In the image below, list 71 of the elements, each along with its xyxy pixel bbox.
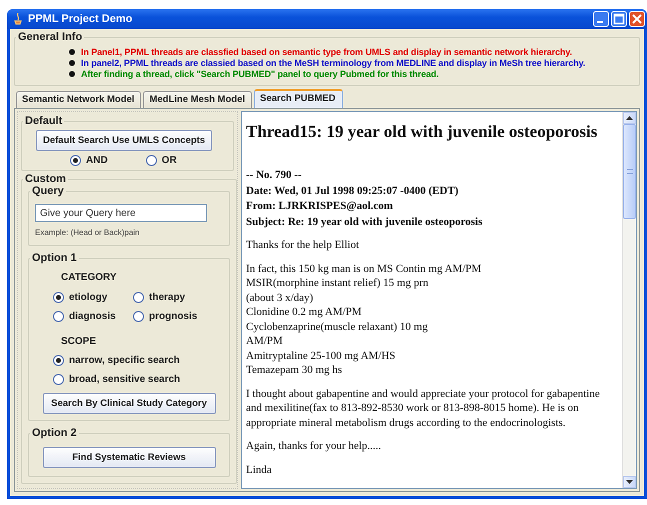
- radio-button[interactable]: [133, 292, 144, 303]
- maximize-icon: [612, 12, 626, 26]
- scrollbar[interactable]: [622, 112, 636, 488]
- maximize-button[interactable]: [611, 11, 627, 27]
- text-line: Again, thanks for your help.....: [246, 439, 382, 454]
- radio-label: AND: [86, 155, 108, 166]
- info-text: In Panel1, PPML threads are classfied based on semantic type from UMLS and display in semantic network hierarchy.: [81, 47, 572, 57]
- action-button[interactable]: Default Search Use UMLS Concepts: [36, 130, 212, 151]
- group-title: Option 2: [31, 427, 78, 439]
- example-text: Example: (Head or Back)pain: [35, 228, 140, 237]
- text-line: appropriate mineral metabolism drugs according to the endocrinologists.: [246, 416, 567, 430]
- info-text: In panel2, PPML threads are classied based on the MeSH terminology from MEDLINE and display in MeSh tree hierarchy.: [81, 58, 586, 68]
- text-line: Amitryptaline 25-100 mg AM/HS: [246, 348, 396, 363]
- down-arrow-icon: [626, 480, 633, 484]
- close-icon: [630, 12, 644, 26]
- action-button[interactable]: Search By Clinical Study Category: [42, 393, 216, 414]
- up-arrow-icon: [626, 116, 633, 120]
- app-icon: [13, 13, 23, 25]
- group-title: General Info: [17, 31, 84, 43]
- text-line: Linda: [246, 462, 273, 477]
- text-line: Clonidine 0.2 mg AM/PM: [246, 305, 363, 320]
- tab[interactable]: Search PUBMED: [254, 89, 342, 108]
- bullet-icon: [69, 60, 75, 66]
- query-field[interactable]: Give your Query here: [35, 204, 207, 222]
- header-line: From: LJRKRISPES@aol.com: [246, 199, 394, 214]
- text-line: MSIR(morphine instant relief) 15 mg prn: [246, 276, 430, 290]
- text-line: Thanks for the help Elliot: [246, 238, 360, 252]
- radio-button[interactable]: [146, 155, 157, 166]
- window-title: PPML Project Demo: [28, 13, 134, 25]
- scroll-thumb[interactable]: [623, 124, 636, 219]
- text-line: AM/PM: [246, 334, 284, 348]
- scroll-up-button[interactable]: [623, 112, 636, 124]
- radio-button[interactable]: [70, 155, 81, 166]
- bullet-icon: [69, 49, 75, 55]
- scroll-down-button[interactable]: [623, 476, 636, 488]
- tab[interactable]: MedLine Mesh Model: [143, 91, 252, 108]
- radio-label: OR: [162, 155, 177, 166]
- group-title: Default: [24, 115, 64, 127]
- radio-label: broad, sensitive search: [69, 374, 180, 385]
- radio-button[interactable]: [53, 355, 64, 366]
- info-text: After finding a thread, click "Search PUBMED" panel to query Pubmed for this thread.: [81, 69, 439, 79]
- radio-button[interactable]: [133, 311, 144, 322]
- radio-button[interactable]: [53, 292, 64, 303]
- minimize-icon: [597, 21, 603, 23]
- group-title: Option 1: [31, 252, 78, 264]
- header-line: -- No. 790 --: [246, 168, 303, 183]
- header-line: Subject: Re: 19 year old with juvenile osteoporosis: [246, 214, 484, 230]
- radio-button[interactable]: [53, 374, 64, 385]
- radio-button[interactable]: [53, 311, 64, 322]
- section-label: CATEGORY: [61, 272, 118, 283]
- tab[interactable]: Semantic Network Model: [16, 91, 142, 108]
- header-line: Date: Wed, 01 Jul 1998 09:25:07 -0400 (EDT): [246, 184, 460, 198]
- close-button[interactable]: [629, 11, 645, 27]
- bullet-icon: [69, 71, 75, 77]
- thread-title: Thread15: 19 year old with juvenile osteoporosis: [246, 121, 598, 142]
- text-line: In fact, this 150 kg man is on MS Contin mg AM/PM: [246, 262, 482, 276]
- text-line: and mexilitine(fax to 813-892-8530 work or 813-898-8015 home). He is on: [246, 401, 580, 416]
- text-line: Temazepam 30 mg hs: [246, 363, 344, 378]
- radio-label: narrow, specific search: [69, 355, 180, 366]
- minimize-button[interactable]: [593, 11, 609, 27]
- text-line: Cyclobenzaprine(muscle relaxant) 10 mg: [246, 320, 429, 334]
- section-label: SCOPE: [61, 336, 98, 347]
- radio-label: diagnosis: [69, 311, 116, 322]
- radio-label: etiology: [69, 292, 108, 303]
- text-line: (about 3 x/day): [246, 290, 314, 305]
- radio-label: prognosis: [149, 311, 198, 322]
- group-title: Query: [31, 185, 65, 197]
- action-button[interactable]: Find Systematic Reviews: [42, 447, 216, 468]
- group-title: Custom: [24, 173, 67, 185]
- text-line: I thought about gabapentine and would appreciate your protocol for gabapentine: [246, 386, 601, 401]
- radio-label: therapy: [149, 292, 186, 303]
